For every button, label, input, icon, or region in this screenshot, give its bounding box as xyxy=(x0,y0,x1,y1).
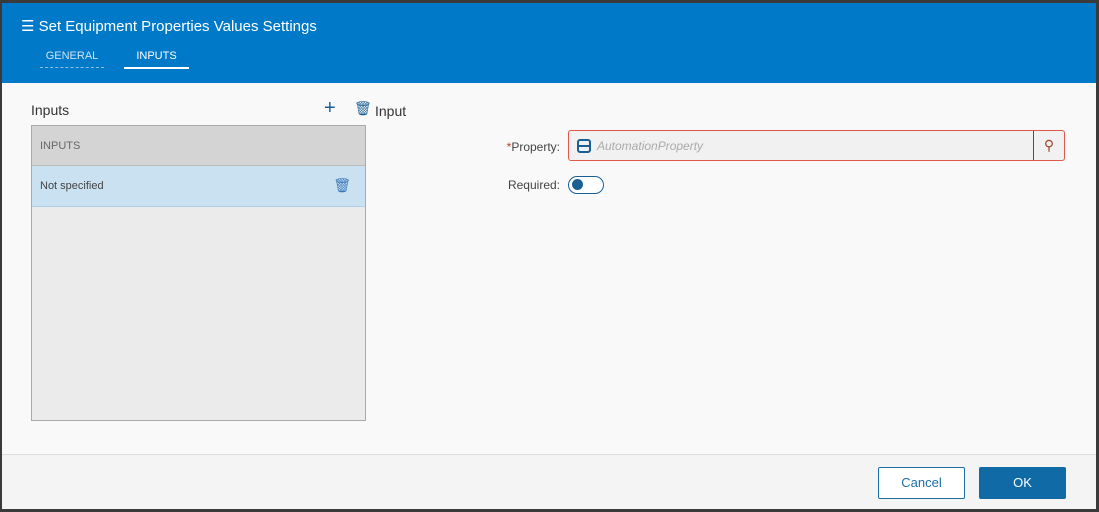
property-label: *Property: xyxy=(506,140,560,154)
list-item[interactable]: Not specified 🗑 xyxy=(32,166,365,207)
dialog-title: ☰ Set Equipment Properties Values Settin… xyxy=(21,17,317,35)
inputs-heading: Inputs xyxy=(31,102,70,118)
property-placeholder: AutomationProperty xyxy=(597,139,704,153)
tab-inputs[interactable]: INPUTS xyxy=(124,50,189,69)
tab-general[interactable]: GENERAL xyxy=(40,50,104,68)
list-item-label: Not specified xyxy=(40,180,104,192)
required-label: Required: xyxy=(507,178,560,192)
required-toggle[interactable] xyxy=(568,176,604,194)
input-heading: Input xyxy=(375,103,407,119)
dialog-header: ☰ Set Equipment Properties Values Settin… xyxy=(2,3,1096,83)
inputs-list: INPUTS Not specified 🗑 xyxy=(31,125,366,421)
cancel-button[interactable]: Cancel xyxy=(878,467,965,499)
trash-icon[interactable]: 🗑 xyxy=(333,177,351,194)
title-text: Set Equipment Properties Values Settings xyxy=(38,18,317,35)
dialog-footer: Cancel OK xyxy=(2,454,1096,509)
ok-button[interactable]: OK xyxy=(979,467,1066,499)
trash-icon[interactable]: 🗑 xyxy=(354,100,372,117)
list-header: INPUTS xyxy=(32,126,365,166)
property-icon xyxy=(577,139,591,153)
settings-dialog: ☰ Set Equipment Properties Values Settin… xyxy=(2,3,1096,509)
property-input[interactable]: AutomationProperty ⚲ xyxy=(568,130,1065,161)
settings-sliders-icon: ☰ xyxy=(21,18,35,35)
add-icon[interactable]: + xyxy=(324,97,336,120)
search-icon[interactable]: ⚲ xyxy=(1033,131,1064,160)
